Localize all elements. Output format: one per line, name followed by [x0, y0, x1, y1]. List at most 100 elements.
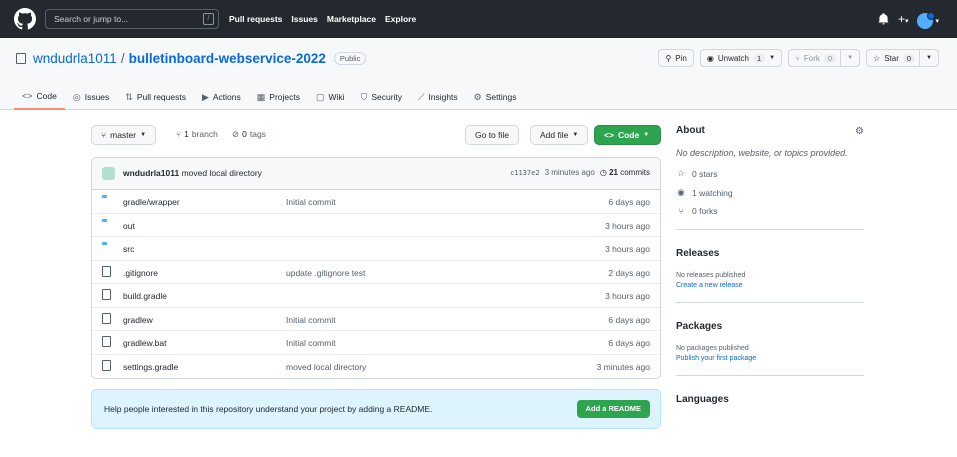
tab-settings[interactable]: ⚙ Settings	[466, 84, 525, 110]
file-list: wndudrla1011 moved local directory c1137…	[91, 157, 661, 379]
releases-heading[interactable]: Releases	[676, 248, 864, 259]
table-row: out 3 hours ago	[92, 214, 660, 237]
latest-commit-row: wndudrla1011 moved local directory c1137…	[92, 158, 660, 190]
nav-pull-requests[interactable]: Pull requests	[229, 14, 282, 24]
search-input[interactable]: Search or jump to... /	[45, 9, 219, 29]
unwatch-button[interactable]: ◉ Unwatch 1 ▼	[699, 49, 783, 67]
avatar[interactable]	[102, 167, 115, 180]
fork-label: Fork	[803, 53, 820, 63]
tab-label: Code	[36, 91, 57, 101]
file-commit-message-link[interactable]: Initial commit	[286, 315, 336, 325]
chevron-down-icon: ▼	[572, 132, 579, 138]
publish-package-link[interactable]: Publish your first package	[676, 355, 864, 362]
repo-owner-link[interactable]: wndudrla1011	[33, 51, 117, 66]
file-name-link[interactable]: build.gradle	[123, 291, 167, 301]
file-commit-message-link[interactable]: moved local directory	[286, 362, 366, 372]
pin-icon: ⚲	[665, 53, 672, 63]
play-icon: ▶	[201, 91, 209, 102]
star-dropdown-chevron-icon[interactable]: ▼	[919, 50, 932, 66]
path-separator: /	[120, 51, 125, 66]
branches-link[interactable]: ⑂ 1 branch	[176, 129, 218, 139]
file-name-link[interactable]: gradle/wrapper	[123, 197, 180, 207]
go-to-file-button[interactable]: Go to file	[465, 125, 520, 145]
chevron-down-icon: ▾	[935, 17, 939, 25]
tags-count: 0	[242, 129, 247, 139]
branch-name: master	[110, 130, 137, 140]
file-commit-message-link[interactable]: update .gitignore test	[286, 268, 365, 278]
fork-dropdown-chevron-icon[interactable]: ▼	[840, 50, 853, 66]
nav-explore[interactable]: Explore	[385, 14, 416, 24]
tab-actions[interactable]: ▶ Actions	[194, 84, 249, 110]
file-commit-message-link[interactable]: Initial commit	[286, 338, 336, 348]
repo-name-link[interactable]: bulletinboard-webservice-2022	[129, 51, 326, 66]
file-commit-time: 2 days ago	[608, 267, 650, 278]
stars-link[interactable]: ☆ 0 stars	[676, 168, 864, 179]
star-button[interactable]: ☆ Star 0 ▼	[866, 49, 939, 67]
file-name-link[interactable]: gradlew	[123, 315, 153, 325]
tab-label: Issues	[84, 92, 110, 102]
watching-link[interactable]: ◉ 1 watching	[676, 187, 864, 198]
file-name-link[interactable]: gradlew.bat	[123, 338, 166, 348]
star-icon: ☆	[873, 53, 881, 63]
notification-bell-icon[interactable]	[878, 12, 889, 30]
repo-description: No description, website, or topics provi…	[676, 148, 848, 158]
readme-prompt-text: Help people interested in this repositor…	[104, 404, 433, 414]
create-new-plus-icon[interactable]: +▾	[898, 10, 909, 31]
commit-hash-link[interactable]: c1137e2	[510, 169, 540, 177]
create-release-link[interactable]: Create a new release	[676, 282, 864, 289]
file-name-link[interactable]: out	[123, 221, 135, 231]
repo-actions: ⚲ Pin ◉ Unwatch 1 ▼ ⑂ Fork 0 ▼ ☆ Star 0 …	[658, 49, 939, 67]
add-readme-button[interactable]: Add a README	[576, 400, 650, 418]
user-menu[interactable]: ▾	[917, 11, 939, 29]
file-name-link[interactable]: src	[123, 244, 134, 254]
tab-insights[interactable]: ⟋ Insights	[410, 84, 466, 110]
chevron-down-icon: ▼	[140, 132, 147, 138]
tags-link[interactable]: ⊘ 0 tags	[232, 129, 266, 140]
eye-icon: ◉	[706, 53, 714, 63]
file-commit-time: 6 days ago	[608, 314, 650, 325]
pin-button[interactable]: ⚲ Pin	[658, 49, 694, 67]
tab-security[interactable]: ⛉ Security	[353, 84, 410, 110]
repo-title: wndudrla1011 / bulletinboard-webservice-…	[16, 51, 367, 66]
eye-icon: ◉	[677, 187, 685, 197]
add-file-label: Add file	[540, 130, 569, 140]
commit-message-link[interactable]: moved local directory	[182, 168, 262, 178]
fork-icon: ⑂	[795, 53, 800, 63]
nav-issues[interactable]: Issues	[291, 14, 317, 24]
branch-select-button[interactable]: ⑂ master ▼	[91, 125, 157, 145]
table-row: build.gradle 3 hours ago	[92, 284, 660, 308]
tab-code[interactable]: <> Code	[14, 84, 65, 110]
branches-count: 1	[184, 129, 189, 139]
file-icon	[102, 312, 111, 324]
file-name-link[interactable]: settings.gradle	[123, 362, 178, 372]
nav-marketplace[interactable]: Marketplace	[327, 14, 376, 24]
fork-button[interactable]: ⑂ Fork 0 ▼	[788, 49, 861, 67]
packages-heading[interactable]: Packages	[676, 321, 864, 332]
gear-icon[interactable]: ⚙	[855, 126, 864, 137]
search-shortcut-key: /	[203, 13, 214, 25]
tab-label: Security	[371, 92, 403, 102]
tab-pull-requests[interactable]: ⇅ Pull requests	[117, 84, 194, 110]
commit-author-link[interactable]: wndudrla1011	[123, 168, 179, 178]
tab-label: Insights	[428, 92, 458, 102]
commits-label: commits	[620, 168, 650, 177]
commits-history-link[interactable]: ◷ 21 commits	[600, 168, 650, 177]
table-row: .gitignore update .gitignore test 2 days…	[92, 261, 660, 284]
gear-icon: ⚙	[473, 91, 482, 102]
tab-wiki[interactable]: ▢ Wiki	[308, 84, 353, 110]
tab-issues[interactable]: ◎ Issues	[65, 84, 117, 110]
github-logo-icon[interactable]	[14, 8, 36, 30]
fork-icon: ⑂	[678, 206, 684, 216]
table-icon: ▦	[256, 91, 266, 102]
add-file-button[interactable]: Add file ▼	[530, 125, 589, 145]
forks-link[interactable]: ⑂ 0 forks	[676, 206, 864, 216]
file-name-link[interactable]: .gitignore	[123, 268, 158, 278]
tab-projects[interactable]: ▦ Projects	[249, 84, 308, 110]
repo-tabs: <> Code ◎ Issues ⇅ Pull requests ▶ Actions ▦…	[14, 84, 524, 110]
table-row: src 3 hours ago	[92, 237, 660, 261]
file-commit-message-link[interactable]: Initial commit	[286, 197, 336, 207]
repo-icon	[16, 53, 26, 64]
chevron-down-icon: ▾	[904, 18, 909, 25]
forks-text: 0 forks	[692, 206, 718, 216]
code-button[interactable]: <> Code ▼	[594, 125, 661, 145]
